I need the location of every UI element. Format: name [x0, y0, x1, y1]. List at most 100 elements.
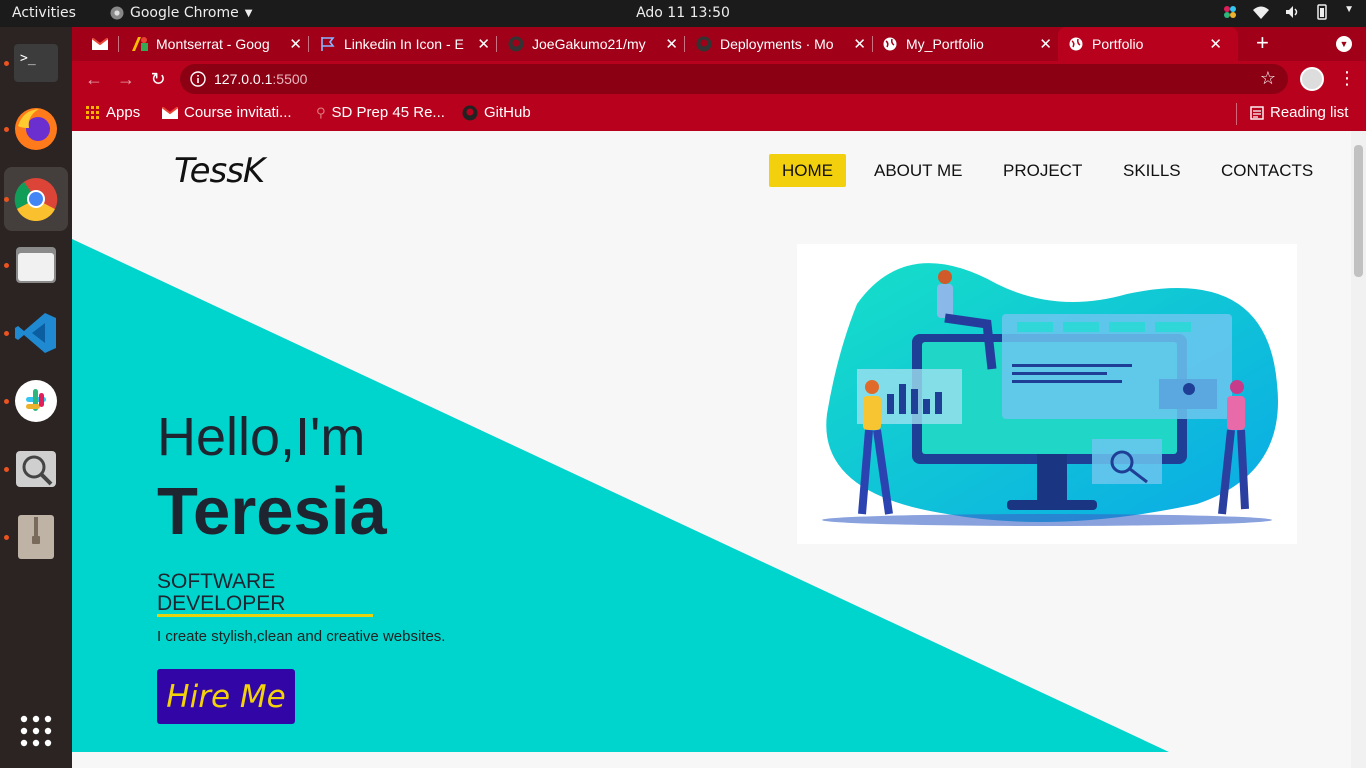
globe-icon: [882, 36, 898, 52]
tab-montserrat[interactable]: Montserrat - Goog ✕: [128, 27, 308, 61]
tab-title: Portfolio: [1092, 36, 1144, 52]
close-tab-icon[interactable]: ✕: [1039, 35, 1052, 53]
dock-terminal[interactable]: >_: [12, 39, 60, 87]
tab-search-chevron-icon[interactable]: ▼: [1336, 36, 1352, 52]
svg-text:>_: >_: [20, 51, 36, 66]
close-tab-icon[interactable]: ✕: [853, 35, 866, 53]
dock-running-indicator: [4, 535, 9, 540]
scrollbar-thumb[interactable]: [1354, 145, 1363, 277]
tab-linkedin-icon[interactable]: Linkedin In Icon - E ✕: [316, 27, 496, 61]
system-tray[interactable]: ▼: [1222, 4, 1354, 20]
close-tab-icon[interactable]: ✕: [665, 35, 678, 53]
new-tab-plus-icon[interactable]: +: [1256, 30, 1269, 56]
app-menu[interactable]: Google Chrome ▼: [110, 5, 252, 21]
web-page: TessK HOME ABOUT ME PROJECT SKILLS CONTA…: [72, 131, 1366, 768]
dock-image-viewer[interactable]: [12, 445, 60, 493]
bookmark-sd-prep[interactable]: ⚲ SD Prep 45 Re...: [316, 104, 445, 121]
dock-vscode[interactable]: [12, 309, 60, 357]
close-tab-icon[interactable]: ✕: [477, 35, 490, 53]
show-applications-button[interactable]: [12, 707, 60, 755]
battery-icon[interactable]: [1314, 4, 1330, 20]
reading-list-button[interactable]: Reading list: [1250, 104, 1348, 121]
tab-github-repo[interactable]: JoeGakumo21/my ✕: [504, 27, 684, 61]
nav-skills[interactable]: SKILLS: [1123, 154, 1181, 187]
system-top-bar: Activities Google Chrome ▼ Ado 11 13:50 …: [0, 0, 1366, 27]
dock-running-indicator: [4, 467, 9, 472]
role-underline: [157, 614, 373, 617]
hire-me-button[interactable]: Hire Me: [157, 669, 295, 724]
back-arrow-icon[interactable]: ←: [82, 67, 106, 91]
bookmark-apps[interactable]: Apps: [86, 104, 140, 121]
github-icon: [696, 36, 712, 52]
site-info-icon[interactable]: [190, 71, 206, 87]
dock-firefox[interactable]: [12, 105, 60, 153]
tab-separator: [872, 36, 873, 52]
close-tab-icon[interactable]: ✕: [289, 35, 302, 53]
forward-arrow-icon[interactable]: →: [114, 67, 138, 91]
dock-running-indicator: [4, 127, 9, 132]
bookmark-star-icon[interactable]: ☆: [1260, 68, 1276, 89]
more-menu-icon[interactable]: ⋮: [1338, 67, 1356, 89]
github-bookmark-icon: [462, 105, 478, 120]
globe-icon: [1068, 36, 1084, 52]
dock-running-indicator: [4, 399, 9, 404]
gmail-tab-icon[interactable]: [92, 36, 108, 52]
chrome-window: Montserrat - Goog ✕ Linkedin In Icon - E…: [72, 27, 1366, 768]
nav-project[interactable]: PROJECT: [1003, 154, 1082, 187]
page-scrollbar[interactable]: [1351, 131, 1366, 768]
nav-home[interactable]: HOME: [769, 154, 846, 187]
bookmark-label: Apps: [106, 104, 141, 121]
dock-running-indicator: [4, 263, 9, 268]
dock-slack[interactable]: [12, 377, 60, 425]
tab-deployments[interactable]: Deployments · Mo ✕: [692, 27, 872, 61]
tab-separator: [496, 36, 497, 52]
google-fonts-icon: [132, 36, 148, 52]
bookmark-label: Course invitati...: [184, 104, 292, 121]
tab-separator: [684, 36, 685, 52]
chrome-small-icon: [110, 6, 124, 20]
nav-contacts[interactable]: CONTACTS: [1221, 154, 1313, 187]
bookmark-divider: [1236, 103, 1237, 125]
gmail-bookmark-icon: [162, 106, 178, 119]
slack-tray-icon[interactable]: [1222, 4, 1238, 20]
hero-greeting: Hello,I'm: [157, 407, 366, 467]
bookmark-label: GitHub: [484, 104, 531, 121]
tab-portfolio-active[interactable]: Portfolio ✕: [1058, 27, 1238, 61]
tab-separator: [308, 36, 309, 52]
tab-my-portfolio[interactable]: My_Portfolio ✕: [878, 27, 1058, 61]
bookmark-leaf-icon: ⚲: [316, 104, 326, 120]
volume-icon[interactable]: [1284, 4, 1300, 20]
flag-icon: [320, 36, 336, 52]
close-tab-icon[interactable]: ✕: [1209, 35, 1222, 53]
nav-about-me[interactable]: ABOUT ME: [874, 154, 962, 187]
wifi-icon[interactable]: [1252, 4, 1270, 20]
bookmark-label: SD Prep 45 Re...: [331, 104, 445, 121]
firefox-icon: [15, 108, 57, 150]
tab-separator: [118, 36, 119, 52]
profile-avatar[interactable]: [1300, 67, 1324, 91]
reading-list-icon: [1250, 105, 1264, 120]
hero-illustration: [797, 244, 1297, 544]
hero-name: Teresia: [157, 474, 387, 549]
tab-strip: Montserrat - Goog ✕ Linkedin In Icon - E…: [72, 27, 1366, 61]
bookmark-github[interactable]: GitHub: [462, 104, 531, 121]
reload-icon[interactable]: ↻: [146, 67, 170, 91]
browser-toolbar: ← → ↻ 127.0.0.1:5500 ☆ ⋮: [72, 61, 1366, 97]
tab-title: My_Portfolio: [906, 36, 984, 52]
dock-archive-manager[interactable]: [12, 513, 60, 561]
tab-title: JoeGakumo21/my: [532, 36, 646, 52]
url-port: :5500: [272, 71, 308, 87]
app-menu-label: Google Chrome: [130, 5, 239, 21]
terminal-icon: >_: [14, 44, 58, 82]
bookmark-course-invitation[interactable]: Course invitati...: [162, 104, 292, 121]
url-text[interactable]: 127.0.0.1:5500: [214, 71, 307, 87]
power-menu-chevron-icon[interactable]: ▼: [1344, 4, 1354, 20]
address-bar[interactable]: 127.0.0.1:5500 ☆: [180, 64, 1288, 94]
activities-button[interactable]: Activities: [12, 5, 76, 21]
site-logo[interactable]: TessK: [174, 151, 265, 191]
dock-running-indicator: [4, 197, 9, 202]
tab-title: Linkedin In Icon - E: [344, 36, 464, 52]
dock-files[interactable]: [12, 241, 60, 289]
dock-chrome[interactable]: [4, 167, 68, 231]
vscode-icon: [15, 313, 56, 353]
